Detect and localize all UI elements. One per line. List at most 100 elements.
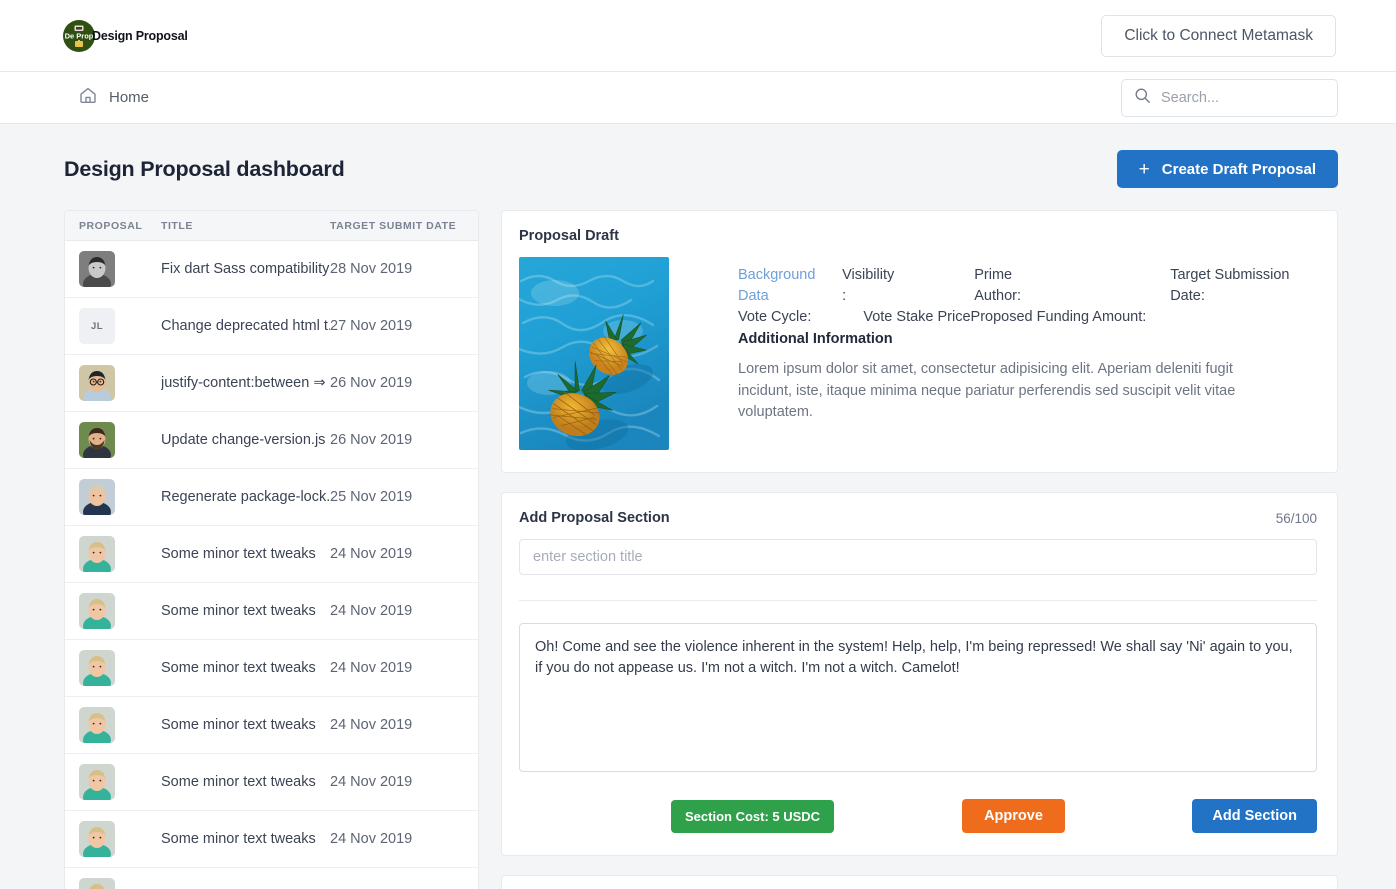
vote-stake-price-label: Vote Stake Price	[863, 309, 971, 325]
approve-button[interactable]: Approve	[962, 799, 1065, 833]
search-icon	[1134, 87, 1151, 109]
nav-bar: Home	[0, 72, 1396, 124]
avatar-cell	[79, 479, 161, 515]
home-icon	[78, 85, 98, 110]
create-draft-proposal-label: Create Draft Proposal	[1161, 160, 1316, 178]
section-action-row: Section Cost: 5 USDC Approve Add Section	[519, 799, 1317, 833]
proposal-date: 28 Nov 2019	[330, 261, 413, 277]
column-header-title: TITLE	[161, 219, 193, 232]
prime-author-label: Prime Author:	[974, 267, 1021, 304]
avatar	[79, 821, 115, 857]
proposal-date: 27 Nov 2019	[330, 318, 413, 334]
proposal-date: 24 Nov 2019	[330, 717, 413, 733]
avatar	[79, 764, 115, 800]
table-row[interactable]: Some minor text tweaks 24 Nov 2019	[65, 640, 478, 697]
breadcrumb-home[interactable]: Home	[78, 85, 149, 110]
proposed-funding-amount-label: Proposed Funding Amount:	[970, 309, 1147, 325]
avatar-cell	[79, 365, 161, 401]
table-row[interactable]: Some minor text tweaks24 Nov 2019	[65, 811, 478, 868]
avatar-cell	[79, 593, 161, 629]
right-column: Proposal Draft Background Data Visibilit…	[501, 210, 1338, 889]
page-title: Design Proposal dashboard	[64, 156, 345, 181]
de-prop-logo-icon: De Prop	[62, 19, 96, 53]
add-section-title: Add Proposal Section	[519, 510, 670, 526]
proposal-date: 24 Nov 2019	[330, 660, 413, 676]
proposal-title: Some minor text tweaks	[161, 717, 316, 733]
brand-logo[interactable]: De Prop Design Proposal	[62, 19, 188, 53]
target-submission-date-label: Target Submission Date:	[1170, 267, 1290, 304]
home-label: Home	[109, 89, 150, 106]
table-row[interactable]: Fix dart Sass compatibility (...28 Nov 2…	[65, 241, 478, 298]
avatar-cell	[79, 821, 161, 857]
next-panel-partial	[501, 875, 1338, 889]
add-section-header: Add Proposal Section 56/100	[519, 510, 1317, 526]
table-row[interactable]: Some minor text tweaks 24 Nov 2019	[65, 697, 478, 754]
proposal-draft-panel: Proposal Draft Background Data Visibilit…	[501, 210, 1338, 473]
plus-icon: +	[1138, 158, 1150, 180]
top-bar: De Prop Design Proposal Click to Connect…	[0, 0, 1396, 72]
avatar-cell	[79, 650, 161, 686]
svg-text:De Prop: De Prop	[65, 31, 94, 40]
avatar	[79, 878, 115, 889]
table-row[interactable]: Update change-version.js (... 26 Nov 2019	[65, 412, 478, 469]
avatar	[79, 251, 115, 287]
section-title-input[interactable]	[519, 539, 1317, 575]
metadata-row-2: Vote Cycle: Vote Stake Price Proposed Fu…	[738, 307, 1317, 328]
avatar-cell	[79, 707, 161, 743]
avatar-cell: JL	[79, 308, 161, 344]
avatar-cell	[79, 764, 161, 800]
page-content: Design Proposal dashboard + Create Draft…	[0, 124, 1396, 889]
section-cost-badge: Section Cost: 5 USDC	[671, 799, 835, 833]
dashboard-columns: PROPOSAL TITLE TARGET SUBMIT DATE Fix da…	[64, 210, 1338, 889]
section-divider	[519, 600, 1317, 601]
proposal-title: justify-content:between ⇒ ...	[161, 375, 330, 391]
additional-information-label: Additional Information	[738, 331, 893, 347]
character-counter: 56/100	[1275, 510, 1317, 526]
proposal-date: 26 Nov 2019	[330, 375, 413, 391]
add-section-button[interactable]: Add Section	[1192, 799, 1317, 833]
table-row[interactable]: JL Change deprecated html t... 27 Nov 2019	[65, 298, 478, 355]
table-row[interactable]: Some minor text tweaks24 Nov 2019	[65, 526, 478, 583]
avatar-initials: JL	[79, 308, 115, 344]
proposal-title: Change deprecated html t...	[161, 318, 330, 334]
avatar	[79, 479, 115, 515]
avatar	[79, 422, 115, 458]
column-header-proposal: PROPOSAL	[79, 219, 143, 232]
avatar-cell	[79, 422, 161, 458]
table-row[interactable]: Some minor text tweaks24 Nov 2019	[65, 583, 478, 640]
avatar	[79, 707, 115, 743]
background-data-label[interactable]: Background Data	[738, 265, 842, 307]
section-body-textarea[interactable]	[519, 623, 1317, 772]
table-row[interactable]: justify-content:between ⇒ ... 26 Nov 2019	[65, 355, 478, 412]
proposal-date: 24 Nov 2019	[330, 774, 413, 790]
proposal-title: Some minor text tweaks	[161, 660, 316, 676]
proposal-title: Some minor text tweaks	[161, 774, 316, 790]
proposal-list-body: Fix dart Sass compatibility (...28 Nov 2…	[65, 241, 478, 889]
table-row[interactable]: Some minor text tweaks 24 Nov 2019	[65, 754, 478, 811]
column-header-date: TARGET SUBMIT DATE	[330, 219, 457, 232]
create-draft-proposal-button[interactable]: + Create Draft Proposal	[1116, 150, 1338, 188]
avatar	[79, 536, 115, 572]
proposal-metadata: Background Data Visibility : Prime Autho…	[669, 257, 1317, 450]
add-proposal-section-panel: Add Proposal Section 56/100 Section Cost…	[501, 492, 1338, 856]
proposal-date: 24 Nov 2019	[330, 546, 413, 562]
proposal-date: 26 Nov 2019	[330, 432, 413, 448]
proposal-title: Some minor text tweaks	[161, 831, 316, 847]
proposal-title: Update change-version.js (...	[161, 432, 330, 448]
proposal-date: 24 Nov 2019	[330, 603, 413, 619]
proposal-title: Fix dart Sass compatibility (...	[161, 261, 330, 277]
proposal-image	[519, 257, 669, 450]
avatar	[79, 365, 115, 401]
search-input[interactable]	[1161, 89, 1348, 106]
avatar-cell	[79, 536, 161, 572]
connect-metamask-button[interactable]: Click to Connect Metamask	[1101, 14, 1336, 57]
proposal-description: Lorem ipsum dolor sit amet, consectetur …	[738, 361, 1236, 420]
table-row[interactable]: Some minor text tweaks24 Nov 2019	[65, 868, 478, 889]
proposal-draft-body: Background Data Visibility : Prime Autho…	[519, 257, 1317, 450]
avatar-cell	[79, 878, 161, 889]
vote-cycle-label: Vote Cycle:	[738, 309, 812, 325]
search-box[interactable]	[1121, 78, 1348, 117]
table-row[interactable]: Regenerate package-lock.j... 25 Nov 2019	[65, 469, 478, 526]
avatar-cell	[79, 251, 161, 287]
proposal-date: 25 Nov 2019	[330, 489, 413, 505]
